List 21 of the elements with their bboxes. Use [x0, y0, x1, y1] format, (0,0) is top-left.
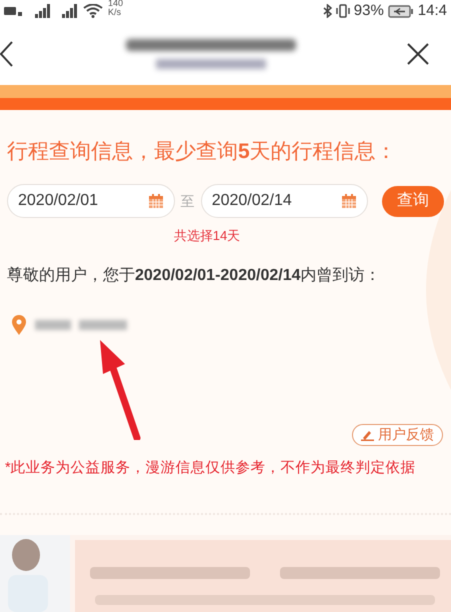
disclaimer: *此业务为公益服务，漫游信息仅供参考，不作为最终判定依据 — [5, 458, 417, 478]
heading: 行程查询信息，最少查询5天的行程信息： — [7, 139, 398, 165]
pencil-icon — [361, 428, 374, 440]
date-field[interactable]: 2020/02/01 — [7, 184, 175, 218]
range-separator: 至 — [180, 192, 196, 210]
back-icon[interactable] — [0, 40, 14, 66]
battery-icon — [388, 4, 414, 18]
close-icon[interactable] — [407, 42, 429, 64]
battery-percent: 93% — [354, 0, 384, 21]
calendar-icon — [148, 193, 164, 209]
date-field[interactable]: 2020/02/14 — [200, 184, 368, 218]
wifi-icon — [83, 4, 103, 18]
location-pin-icon — [11, 314, 27, 336]
calendar-icon — [341, 193, 358, 209]
bluetooth-icon — [322, 4, 332, 18]
clock: 14:4 — [418, 0, 447, 21]
selected-days: 共选择14天 — [7, 226, 407, 246]
network-speed-unit: K/s — [108, 8, 122, 17]
greeting-text: 尊敬的用户，您于2020/02/01-2020/02/14内曾到访： — [7, 266, 382, 286]
vibrate-icon — [336, 4, 350, 18]
network-speed: 140 — [108, 0, 124, 8]
